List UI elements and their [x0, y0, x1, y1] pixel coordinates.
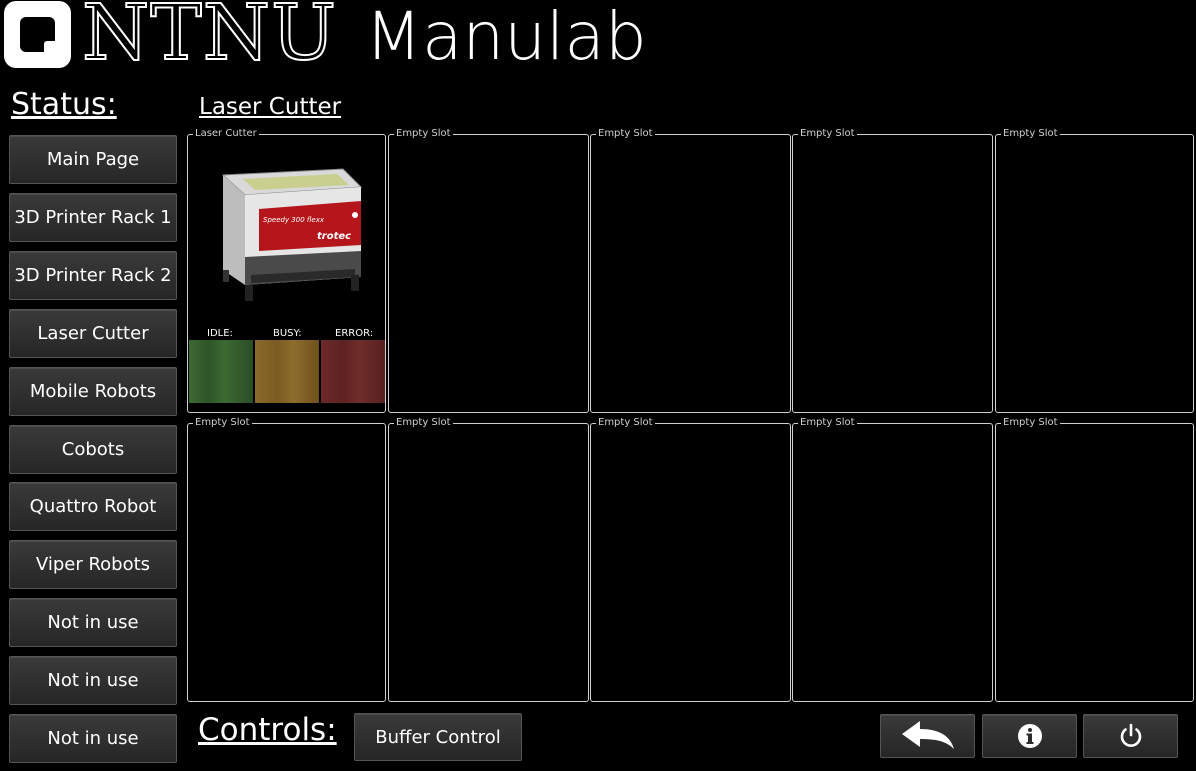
nav-3d-printer-rack-1-button[interactable]: 3D Printer Rack 1	[9, 193, 177, 242]
machine-model-text: Speedy 300 flexx	[263, 216, 325, 224]
slot-label: Empty Slot	[394, 417, 453, 429]
nav-mobile-robots-button[interactable]: Mobile Robots	[9, 367, 177, 416]
idle-label: IDLE:	[207, 328, 233, 339]
nav-not-in-use-button[interactable]: Not in use	[9, 656, 177, 705]
nav-main-page-button[interactable]: Main Page	[9, 135, 177, 184]
error-label: ERROR:	[335, 328, 374, 339]
nav-not-in-use-button[interactable]: Not in use	[9, 598, 177, 647]
info-button[interactable]	[982, 714, 1077, 758]
machine-brand-text: trotec	[317, 231, 351, 242]
slot-label: Empty Slot	[798, 128, 857, 140]
slot-label: Laser Cutter	[193, 128, 259, 140]
slot-label: Empty Slot	[193, 417, 252, 429]
app-name: Manulab	[365, 0, 647, 75]
nav-quattro-robot-button[interactable]: Quattro Robot	[9, 482, 177, 531]
slot-label: Empty Slot	[394, 128, 453, 140]
slot-label: Empty Slot	[1001, 417, 1060, 429]
empty-slot[interactable]: Empty Slot	[792, 128, 993, 413]
busy-label: BUSY:	[273, 328, 302, 339]
empty-slot[interactable]: Empty Slot	[388, 128, 589, 413]
empty-slot[interactable]: Empty Slot	[590, 128, 791, 413]
empty-slot[interactable]: Empty Slot	[388, 417, 589, 702]
nav-viper-robots-button[interactable]: Viper Robots	[9, 540, 177, 589]
slot-label: Empty Slot	[596, 417, 655, 429]
idle-indicator	[189, 340, 253, 403]
empty-slot[interactable]: Empty Slot	[995, 128, 1194, 413]
nav-3d-printer-rack-2-button[interactable]: 3D Printer Rack 2	[9, 251, 177, 300]
slot-label: Empty Slot	[798, 417, 857, 429]
nav-not-in-use-button[interactable]: Not in use	[9, 714, 177, 763]
slot-laser-cutter[interactable]: Laser Cutter Speedy 300 flexx trotec IDL…	[187, 128, 386, 413]
buffer-control-button[interactable]: Buffer Control	[354, 713, 522, 761]
busy-indicator	[255, 340, 319, 403]
nav-laser-cutter-button[interactable]: Laser Cutter	[9, 309, 177, 358]
status-heading: Status:	[11, 87, 117, 122]
empty-slot[interactable]: Empty Slot	[995, 417, 1194, 702]
empty-slot[interactable]: Empty Slot	[187, 417, 386, 702]
power-icon	[1120, 723, 1141, 747]
nav-cobots-button[interactable]: Cobots	[9, 425, 177, 474]
empty-slot[interactable]: Empty Slot	[792, 417, 993, 702]
power-button[interactable]	[1083, 714, 1178, 758]
back-arrow-icon	[901, 721, 954, 749]
controls-heading: Controls:	[198, 712, 337, 748]
back-button[interactable]	[880, 714, 975, 758]
info-icon	[1017, 724, 1042, 748]
brand-name: NTNU	[81, 0, 338, 78]
slot-label: Empty Slot	[596, 128, 655, 140]
laser-cutter-image: Speedy 300 flexx trotec	[221, 168, 363, 301]
ntnu-logo-mark	[4, 1, 71, 68]
empty-slot[interactable]: Empty Slot	[590, 417, 791, 702]
error-indicator	[321, 340, 385, 403]
page-title: Laser Cutter	[199, 94, 342, 120]
slot-label: Empty Slot	[1001, 128, 1060, 140]
